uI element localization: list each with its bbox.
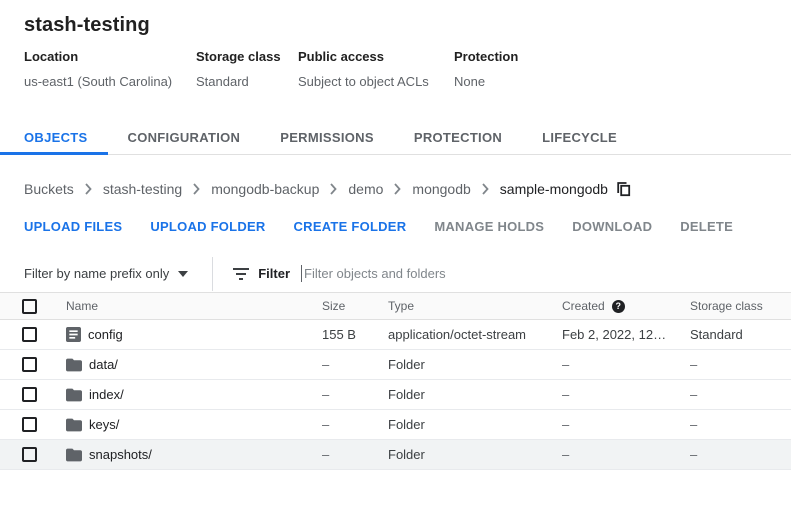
- folder-link[interactable]: snapshots/: [89, 447, 152, 462]
- manage-holds-button[interactable]: MANAGE HOLDS: [434, 219, 544, 234]
- bucket-metadata: Location us-east1 (South Carolina) Stora…: [24, 49, 791, 89]
- column-header-size: Size: [322, 299, 388, 313]
- cell-type: Folder: [388, 357, 562, 372]
- chevron-right-icon: [84, 183, 93, 195]
- table-row: data/ – Folder – –: [0, 350, 791, 380]
- delete-button[interactable]: DELETE: [680, 219, 733, 234]
- meta-value: None: [454, 74, 518, 89]
- cell-created: –: [562, 387, 690, 402]
- cell-created: –: [562, 447, 690, 462]
- cell-type: Folder: [388, 417, 562, 432]
- cell-size: –: [322, 357, 388, 372]
- table-row: snapshots/ – Folder – –: [0, 440, 791, 470]
- upload-files-button[interactable]: UPLOAD FILES: [24, 219, 122, 234]
- table-row: index/ – Folder – –: [0, 380, 791, 410]
- meta-label: Protection: [454, 49, 518, 64]
- meta-value: Subject to object ACLs: [298, 74, 454, 89]
- tab-configuration[interactable]: CONFIGURATION: [108, 120, 261, 154]
- meta-label: Public access: [298, 49, 454, 64]
- folder-icon: [66, 357, 82, 373]
- file-icon: [66, 327, 81, 342]
- help-icon[interactable]: ?: [612, 300, 625, 313]
- cell-type: Folder: [388, 387, 562, 402]
- column-header-created: Created ?: [562, 299, 690, 313]
- cell-type: Folder: [388, 447, 562, 462]
- chevron-right-icon: [192, 183, 201, 195]
- cell-storage-class: –: [690, 447, 791, 462]
- cell-storage-class: –: [690, 357, 791, 372]
- chevron-right-icon: [481, 183, 490, 195]
- chevron-right-icon: [393, 183, 402, 195]
- table-header: Name Size Type Created ? Storage class: [0, 292, 791, 320]
- meta-storage-class: Storage class Standard: [196, 49, 298, 89]
- cell-size: –: [322, 387, 388, 402]
- meta-location: Location us-east1 (South Carolina): [24, 49, 196, 89]
- cell-created: –: [562, 417, 690, 432]
- select-all-checkbox[interactable]: [22, 299, 37, 314]
- breadcrumb-item-folder[interactable]: mongodb: [412, 181, 470, 197]
- tab-lifecycle[interactable]: LIFECYCLE: [522, 120, 637, 154]
- table-row: config 155 B application/octet-stream Fe…: [0, 320, 791, 350]
- cell-created: Feb 2, 2022, 12…: [562, 327, 690, 342]
- meta-label: Location: [24, 49, 196, 64]
- row-checkbox[interactable]: [22, 447, 37, 462]
- folder-icon: [66, 447, 82, 463]
- create-folder-button[interactable]: CREATE FOLDER: [294, 219, 407, 234]
- filter-scope-dropdown[interactable]: Filter by name prefix only: [24, 266, 188, 281]
- tab-bar: OBJECTS CONFIGURATION PERMISSIONS PROTEC…: [0, 120, 791, 155]
- breadcrumb-item-current: sample-mongodb: [500, 181, 608, 197]
- meta-label: Storage class: [196, 49, 298, 64]
- object-actions-toolbar: UPLOAD FILES UPLOAD FOLDER CREATE FOLDER…: [24, 219, 791, 234]
- meta-protection: Protection None: [454, 49, 518, 89]
- folder-link[interactable]: index/: [89, 387, 124, 402]
- breadcrumb-item-buckets[interactable]: Buckets: [24, 181, 74, 197]
- folder-link[interactable]: data/: [89, 357, 118, 372]
- breadcrumb-item-folder[interactable]: demo: [348, 181, 383, 197]
- cell-size: 155 B: [322, 327, 388, 342]
- download-button[interactable]: DOWNLOAD: [572, 219, 652, 234]
- cell-size: –: [322, 417, 388, 432]
- table-row: keys/ – Folder – –: [0, 410, 791, 440]
- row-checkbox[interactable]: [22, 417, 37, 432]
- bucket-details-page: stash-testing Location us-east1 (South C…: [0, 13, 791, 506]
- breadcrumb: Buckets stash-testing mongodb-backup dem…: [24, 181, 791, 197]
- cell-created: –: [562, 357, 690, 372]
- filter-icon: [233, 267, 249, 281]
- folder-link[interactable]: keys/: [89, 417, 119, 432]
- filter-label: Filter: [258, 266, 290, 281]
- filter-bar: Filter by name prefix only Filter: [0, 255, 791, 292]
- row-checkbox[interactable]: [22, 327, 37, 342]
- column-header-name: Name: [56, 299, 322, 313]
- meta-public-access: Public access Subject to object ACLs: [298, 49, 454, 89]
- breadcrumb-item-bucket[interactable]: stash-testing: [103, 181, 182, 197]
- cell-type: application/octet-stream: [388, 327, 562, 342]
- page-title: stash-testing: [24, 13, 791, 37]
- folder-icon: [66, 417, 82, 433]
- filter-scope-label: Filter by name prefix only: [24, 266, 169, 281]
- cell-storage-class: –: [690, 417, 791, 432]
- cell-storage-class: Standard: [690, 327, 791, 342]
- divider: [212, 257, 213, 291]
- folder-icon: [66, 387, 82, 403]
- tab-objects[interactable]: OBJECTS: [0, 120, 108, 154]
- text-cursor: [301, 265, 302, 282]
- cell-storage-class: –: [690, 387, 791, 402]
- upload-folder-button[interactable]: UPLOAD FOLDER: [150, 219, 265, 234]
- tab-protection[interactable]: PROTECTION: [394, 120, 522, 154]
- column-header-storage-class: Storage class: [690, 299, 791, 313]
- tab-permissions[interactable]: PERMISSIONS: [260, 120, 394, 154]
- row-checkbox[interactable]: [22, 357, 37, 372]
- meta-value: Standard: [196, 74, 298, 89]
- filter-input[interactable]: [304, 266, 791, 281]
- chevron-right-icon: [329, 183, 338, 195]
- meta-value: us-east1 (South Carolina): [24, 74, 196, 89]
- column-header-type: Type: [388, 299, 562, 313]
- breadcrumb-item-folder[interactable]: mongodb-backup: [211, 181, 319, 197]
- object-link[interactable]: config: [88, 327, 123, 342]
- cell-size: –: [322, 447, 388, 462]
- chevron-down-icon: [178, 271, 188, 277]
- row-checkbox[interactable]: [22, 387, 37, 402]
- copy-icon[interactable]: [616, 181, 631, 197]
